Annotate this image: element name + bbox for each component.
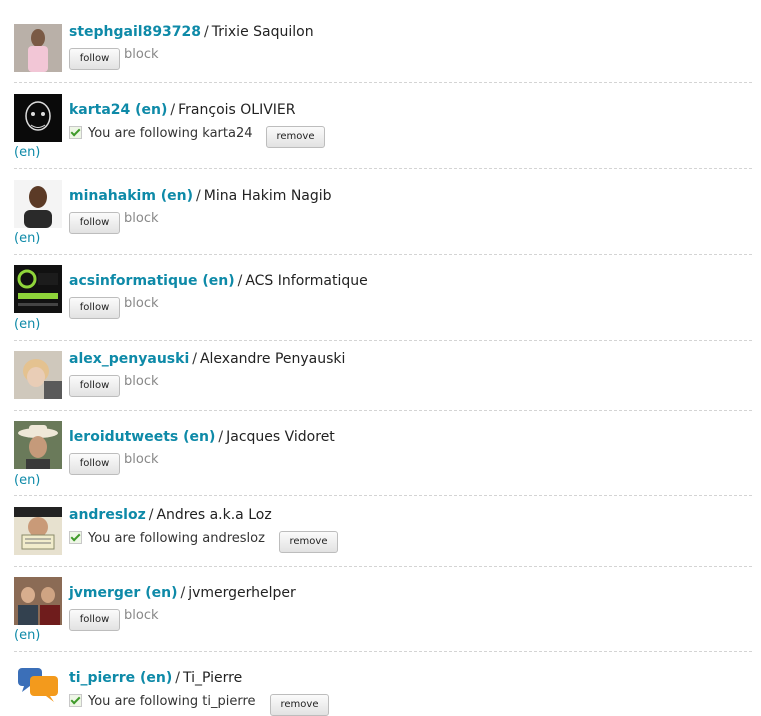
divider	[14, 410, 752, 411]
divider	[14, 651, 752, 652]
divider	[14, 168, 752, 169]
remove-button[interactable]: remove	[270, 694, 329, 716]
follow-button[interactable]: follow	[69, 609, 120, 631]
check-icon	[69, 126, 82, 139]
user-name-line: leroidutweets (en) / Jacques Vidoret	[69, 429, 335, 445]
following-text: You are following andresloz	[88, 531, 265, 546]
real-name: Trixie Saquilon	[211, 24, 314, 40]
check-icon	[69, 694, 82, 707]
name-separator: /	[196, 188, 201, 204]
username-link[interactable]: leroidutweets (en)	[69, 429, 215, 445]
real-name: Ti_Pierre	[182, 670, 243, 686]
username-link[interactable]: stephgail893728	[69, 24, 201, 40]
remove-button[interactable]: remove	[266, 126, 325, 148]
follow-button[interactable]: follow	[69, 212, 120, 234]
real-name: Alexandre Penyauski	[199, 351, 346, 367]
language-tag[interactable]: (en)	[14, 628, 40, 643]
check-icon	[69, 531, 82, 544]
username-link[interactable]: minahakim (en)	[69, 188, 193, 204]
name-separator: /	[204, 24, 209, 40]
user-name-line: acsinformatique (en) / ACS Informatique	[69, 273, 368, 289]
real-name: Jacques Vidoret	[226, 429, 335, 445]
real-name: Andres a.k.a Loz	[156, 507, 272, 523]
divider	[14, 82, 752, 83]
avatar[interactable]	[14, 577, 62, 625]
divider	[14, 495, 752, 496]
name-separator: /	[180, 585, 186, 601]
username-link[interactable]: karta24 (en)	[69, 102, 167, 118]
avatar[interactable]	[14, 507, 62, 555]
username-link[interactable]: acsinformatique (en)	[69, 273, 235, 289]
real-name: jvmergerhelper	[188, 585, 296, 601]
name-separator: /	[175, 670, 180, 686]
language-tag[interactable]: (en)	[14, 317, 40, 332]
avatar[interactable]	[14, 180, 62, 228]
follow-button[interactable]: follow	[69, 297, 120, 319]
name-separator: /	[170, 102, 176, 118]
user-name-line: jvmerger (en) / jvmergerhelper	[69, 585, 296, 601]
language-tag[interactable]: (en)	[14, 473, 40, 488]
real-name: Mina Hakim Nagib	[203, 188, 332, 204]
user-name-line: karta24 (en) / François OLIVIER	[69, 102, 296, 118]
avatar[interactable]	[14, 94, 62, 142]
name-separator: /	[237, 273, 243, 289]
language-tag[interactable]: (en)	[14, 231, 40, 246]
block-link[interactable]: block	[124, 211, 159, 226]
avatar[interactable]	[14, 421, 62, 469]
username-link[interactable]: ti_pierre (en)	[69, 670, 172, 686]
following-status: You are following ti_pierre	[69, 694, 256, 709]
block-link[interactable]: block	[124, 47, 159, 62]
block-link[interactable]: block	[124, 374, 159, 389]
avatar[interactable]	[14, 662, 62, 710]
block-link[interactable]: block	[124, 296, 159, 311]
name-separator: /	[192, 351, 197, 367]
following-status: You are following karta24	[69, 126, 253, 141]
following-status: You are following andresloz	[69, 531, 265, 546]
username-link[interactable]: jvmerger (en)	[69, 585, 177, 601]
username-link[interactable]: alex_penyauski	[69, 351, 189, 367]
user-name-line: ti_pierre (en) / Ti_Pierre	[69, 670, 242, 686]
following-text: You are following karta24	[88, 126, 253, 141]
real-name: François OLIVIER	[178, 102, 296, 118]
follow-button[interactable]: follow	[69, 375, 120, 397]
block-link[interactable]: block	[124, 452, 159, 467]
avatar[interactable]	[14, 351, 62, 399]
divider	[14, 340, 752, 341]
user-name-line: andresloz / Andres a.k.a Loz	[69, 507, 272, 523]
avatar[interactable]	[14, 265, 62, 313]
name-separator: /	[218, 429, 224, 445]
remove-button[interactable]: remove	[279, 531, 338, 553]
following-text: You are following ti_pierre	[88, 694, 256, 709]
language-tag[interactable]: (en)	[14, 145, 40, 160]
name-separator: /	[148, 507, 154, 523]
username-link[interactable]: andresloz	[69, 507, 146, 523]
avatar[interactable]	[14, 24, 62, 72]
user-name-line: minahakim (en) / Mina Hakim Nagib	[69, 188, 332, 204]
divider	[14, 566, 752, 567]
real-name: ACS Informatique	[245, 273, 368, 289]
follow-button[interactable]: follow	[69, 453, 120, 475]
divider	[14, 254, 752, 255]
user-name-line: alex_penyauski / Alexandre Penyauski	[69, 351, 345, 367]
block-link[interactable]: block	[124, 608, 159, 623]
follow-button[interactable]: follow	[69, 48, 120, 70]
user-name-line: stephgail893728/Trixie Saquilon	[69, 24, 314, 40]
